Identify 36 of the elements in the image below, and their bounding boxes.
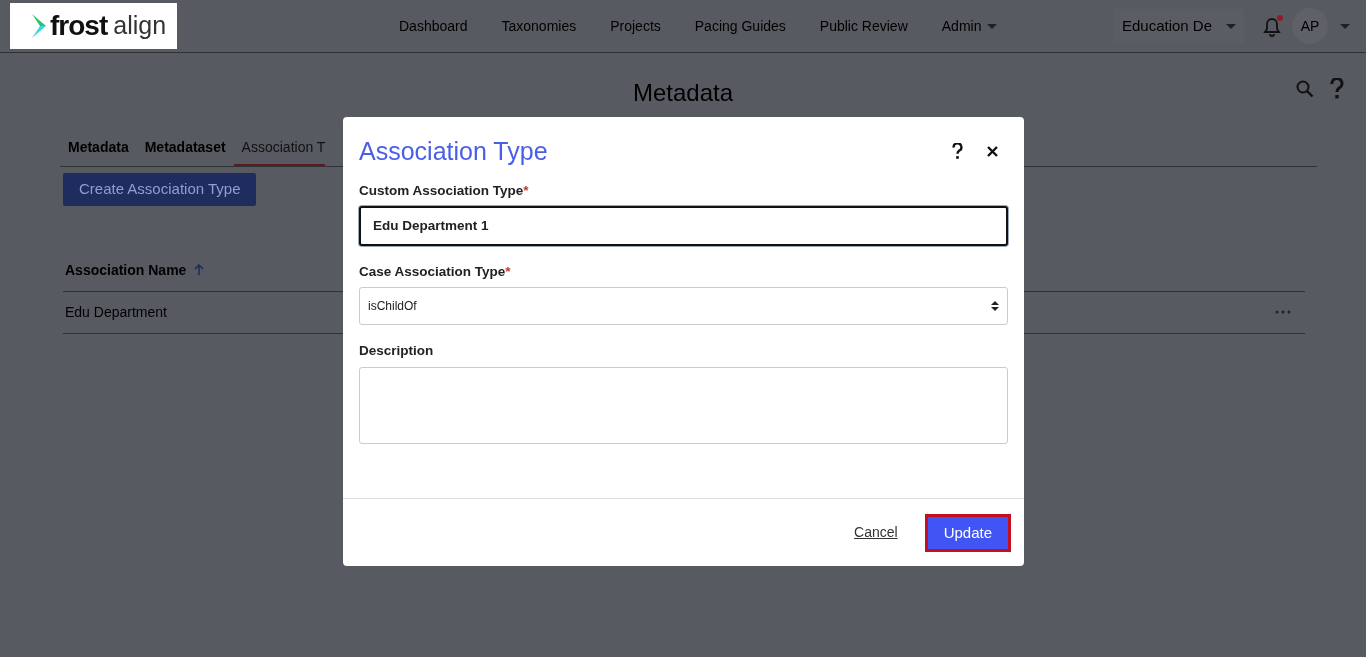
nav-link[interactable]: Admin	[941, 15, 998, 37]
field-label: Custom Association Type*	[359, 181, 530, 200]
update-button[interactable]: Update	[927, 516, 1008, 549]
nav-link[interactable]: Dashboard	[399, 15, 468, 37]
more-icon[interactable]	[1275, 310, 1291, 314]
tab[interactable]: Association T	[233, 137, 326, 166]
logo-text: frost	[50, 9, 108, 43]
field-label: Case Association Type*	[359, 263, 512, 281]
page-title: Metadata	[632, 78, 734, 108]
cancel-link[interactable]: Cancel	[848, 521, 904, 545]
table-cell-text: Edu Department	[65, 302, 167, 322]
nav-link[interactable]: Projects	[610, 15, 661, 37]
chevron-icon	[30, 13, 48, 39]
sort-arrow-icon[interactable]	[194, 264, 205, 276]
search-icon[interactable]	[1296, 80, 1314, 98]
nav-link[interactable]: Taxonomies	[501, 15, 577, 37]
tab[interactable]: Metadataset	[136, 137, 234, 166]
select-field[interactable]: isChildOf	[359, 287, 1008, 326]
required-mark: *	[523, 182, 529, 198]
required-mark: *	[505, 264, 511, 279]
caret-icon[interactable]	[1340, 23, 1350, 29]
text-field[interactable]: Edu Department 1	[359, 205, 1008, 246]
column-header[interactable]: Association Name	[65, 259, 187, 281]
logo[interactable]: frost align	[10, 3, 177, 49]
nav-link[interactable]: Pacing Guides	[694, 15, 786, 37]
description-field[interactable]	[359, 366, 1008, 444]
user-avatar[interactable]: AP	[1292, 8, 1328, 44]
close-icon[interactable]	[987, 146, 998, 158]
help-icon[interactable]	[952, 143, 963, 161]
nav-link[interactable]: Public Review	[819, 15, 908, 37]
modal-title: Association Type	[359, 136, 548, 167]
logo-text: align	[113, 10, 167, 42]
field-label: Description	[359, 342, 435, 361]
tab[interactable]: Metadata	[60, 137, 137, 166]
create-button[interactable]: Create Association Type	[63, 173, 257, 206]
updown-icon	[991, 300, 999, 313]
